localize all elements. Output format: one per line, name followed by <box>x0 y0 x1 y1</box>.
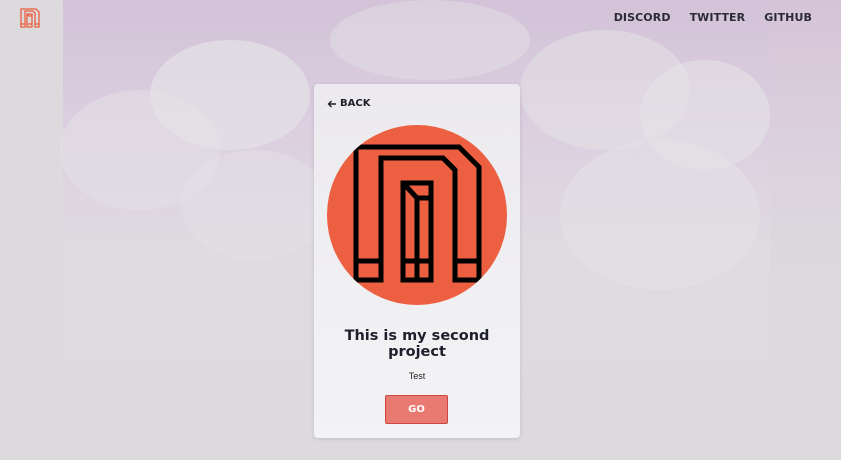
project-title: This is my second project <box>344 328 490 360</box>
top-nav: DISCORD TWITTER GITHUB <box>614 11 812 24</box>
cloud <box>560 140 760 290</box>
sky-right-margin <box>770 0 841 460</box>
nav-link-github[interactable]: GITHUB <box>764 11 812 24</box>
site-logo-icon[interactable] <box>19 7 41 29</box>
arrow-left-icon <box>327 100 336 107</box>
project-description: Test <box>408 371 426 381</box>
m-logo-icon <box>353 144 482 283</box>
nav-link-twitter[interactable]: TWITTER <box>690 11 746 24</box>
back-button[interactable]: BACK <box>327 98 370 109</box>
sky-left-margin <box>0 0 63 460</box>
nav-link-discord[interactable]: DISCORD <box>614 11 671 24</box>
cloud <box>180 150 330 260</box>
project-logo <box>327 125 507 305</box>
project-card: BACK This is my second project Test GO <box>314 84 520 438</box>
cloud <box>330 0 530 80</box>
go-button[interactable]: GO <box>385 395 448 424</box>
back-label: BACK <box>340 98 371 109</box>
m-logo-icon <box>20 8 40 28</box>
